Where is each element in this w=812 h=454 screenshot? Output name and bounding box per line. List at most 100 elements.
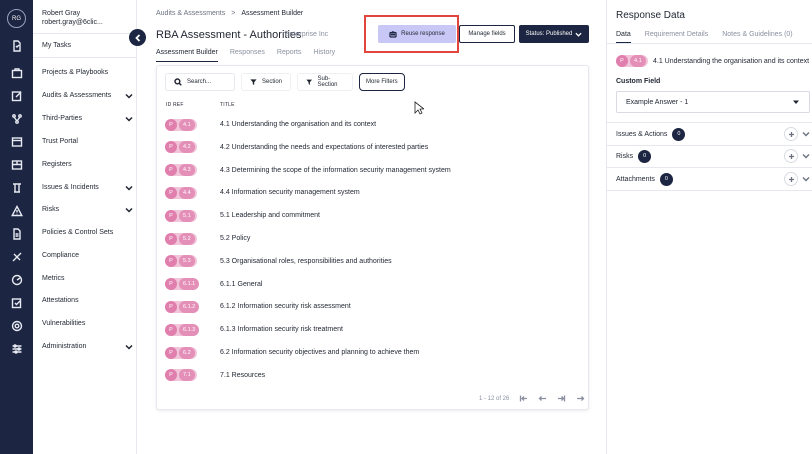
- reuse-response-button[interactable]: Reuse response: [378, 25, 456, 43]
- add-icon[interactable]: [784, 172, 798, 186]
- tab-history[interactable]: History: [313, 49, 335, 62]
- requirement-title[interactable]: 5.1 Leadership and commitment: [220, 212, 320, 219]
- collapse-sidebar-button[interactable]: [129, 29, 146, 46]
- nav-item-vulnerabilities[interactable]: Vulnerabilities: [42, 316, 132, 330]
- metrics-icon[interactable]: [10, 273, 23, 286]
- table-row[interactable]: P 7.1 7.1 Resources: [165, 368, 585, 383]
- requirement-title[interactable]: 6.1.3 Information security risk treatmen…: [220, 326, 343, 333]
- nav-item-projects[interactable]: Projects & Playbooks: [42, 65, 132, 79]
- section-filter[interactable]: Section: [241, 73, 291, 91]
- table-row[interactable]: P 4.3 4.3 Determining the scope of the inf…: [165, 163, 585, 178]
- table-row[interactable]: P 4.1 4.1 Understanding the organisation a…: [165, 117, 585, 132]
- avatar[interactable]: RG: [7, 9, 26, 28]
- tab-reports[interactable]: Reports: [277, 49, 302, 62]
- tab-assessment-builder[interactable]: Assessment Builder: [156, 49, 218, 62]
- requirement-id-pill[interactable]: P 6.2: [165, 346, 197, 359]
- nav-item-audits[interactable]: Audits & Assessments: [42, 88, 133, 102]
- nav-item-risks[interactable]: Risks: [42, 202, 133, 216]
- requirement-title[interactable]: 5.2 Policy: [220, 235, 250, 242]
- requirement-title[interactable]: 7.1 Resources: [220, 372, 265, 379]
- requirement-id-pill[interactable]: P 5.3: [165, 255, 197, 268]
- requirement-id-pill[interactable]: P 4.4: [165, 186, 197, 199]
- nav-item-registers[interactable]: Registers: [42, 157, 132, 171]
- requirement-title[interactable]: 4.3 Determining the scope of the informa…: [220, 167, 451, 174]
- requirement-title[interactable]: 6.1.2 Information security risk assessme…: [220, 303, 351, 310]
- custom-field-select[interactable]: Example Answer - 1: [616, 91, 810, 113]
- attachments-section[interactable]: Attachments 0: [616, 172, 812, 186]
- nav-item-attestations[interactable]: Attestations: [42, 293, 132, 307]
- requirement-id-pill[interactable]: P 5.2: [165, 232, 197, 245]
- requirement-id-pill[interactable]: P 7.1: [165, 369, 197, 382]
- requirement-id-pill[interactable]: P 6.1.2: [165, 300, 200, 313]
- nav-item-compliance[interactable]: Compliance: [42, 248, 132, 262]
- edit-icon[interactable]: [10, 89, 23, 102]
- nav-item-issues[interactable]: Issues & Incidents: [42, 180, 133, 194]
- policy-icon[interactable]: [10, 227, 23, 240]
- nav-item-administration[interactable]: Administration: [42, 339, 133, 353]
- nav-item-policies[interactable]: Policies & Control Sets: [42, 225, 132, 239]
- vulnerability-icon[interactable]: [10, 319, 23, 332]
- chevron-down-icon[interactable]: [125, 115, 133, 122]
- requirement-id-pill[interactable]: P 6.1.3: [165, 323, 200, 336]
- tab-responses[interactable]: Responses: [230, 49, 265, 62]
- table-row[interactable]: P 6.1.3 6.1.3 Information security risk tr…: [165, 322, 585, 337]
- search-input[interactable]: Search...: [165, 73, 235, 91]
- nav-item-third-parties[interactable]: Third-Parties: [42, 111, 133, 125]
- nav-item-trust-portal[interactable]: Trust Portal: [42, 134, 132, 148]
- manage-fields-button[interactable]: Manage fields: [459, 25, 515, 43]
- requirement-id-pill[interactable]: P 6.1.1: [165, 278, 200, 291]
- add-icon[interactable]: [784, 127, 798, 141]
- requirement-title[interactable]: 6.1.1 General: [220, 281, 262, 288]
- add-icon[interactable]: [784, 149, 798, 163]
- sub-section-filter[interactable]: Sub-Section: [297, 73, 353, 91]
- status-dropdown[interactable]: Status: Published: [519, 25, 589, 43]
- last-page-icon[interactable]: [576, 394, 585, 403]
- column-header-id[interactable]: ID REF: [166, 102, 184, 108]
- table-row[interactable]: P 5.1 5.1 Leadership and commitment: [165, 208, 585, 223]
- issue-icon[interactable]: [10, 181, 23, 194]
- requirement-title[interactable]: 5.3 Organisational roles, responsibiliti…: [220, 258, 392, 265]
- table-row[interactable]: P 5.3 5.3 Organisational roles, responsibi…: [165, 254, 585, 269]
- chevron-down-icon[interactable]: [125, 343, 133, 350]
- panel-tab-requirement-details[interactable]: Requirement Details: [645, 31, 708, 43]
- nav-item-metrics[interactable]: Metrics: [42, 271, 132, 285]
- prev-page-icon[interactable]: [538, 394, 547, 403]
- column-header-title[interactable]: TITLE: [220, 102, 235, 108]
- requirement-id-pill[interactable]: P 5.1: [165, 209, 197, 222]
- network-icon[interactable]: [10, 112, 23, 125]
- table-row[interactable]: P 4.2 4.2 Understanding the needs and expe…: [165, 140, 585, 155]
- briefcase-icon[interactable]: [10, 66, 23, 79]
- requirement-id-pill[interactable]: P 4.3: [165, 164, 197, 177]
- table-row[interactable]: P 6.1.2 6.1.2 Information security risk as…: [165, 299, 585, 314]
- requirement-id-pill[interactable]: P 4.2: [165, 141, 197, 154]
- table-row[interactable]: P 4.4 4.4 Information security management …: [165, 185, 585, 200]
- issues-actions-section[interactable]: Issues & Actions 0: [616, 127, 812, 141]
- sliders-icon[interactable]: [10, 342, 23, 355]
- register-icon[interactable]: [10, 158, 23, 171]
- panel-tab-notes[interactable]: Notes & Guidelines (0): [722, 31, 792, 43]
- more-filters-button[interactable]: More Filters: [359, 73, 405, 91]
- chevron-down-icon[interactable]: [125, 92, 133, 99]
- next-page-icon[interactable]: [557, 394, 566, 403]
- chevron-down-icon[interactable]: [802, 175, 810, 183]
- panel-tab-data[interactable]: Data: [616, 31, 631, 43]
- requirement-title[interactable]: 6.2 Information security objectives and …: [220, 349, 419, 356]
- task-icon[interactable]: [10, 39, 23, 52]
- requirement-id-pill[interactable]: P 4.1: [165, 118, 197, 131]
- requirement-title[interactable]: 4.2 Understanding the needs and expectat…: [220, 144, 428, 151]
- chevron-down-icon[interactable]: [125, 184, 133, 191]
- warning-icon[interactable]: [10, 204, 23, 217]
- risks-section[interactable]: Risks 0: [616, 149, 812, 163]
- requirement-title[interactable]: 4.1 Understanding the organisation and i…: [220, 121, 376, 128]
- chevron-down-icon[interactable]: [802, 152, 810, 160]
- portal-icon[interactable]: [10, 135, 23, 148]
- first-page-icon[interactable]: [519, 394, 528, 403]
- chevron-down-icon[interactable]: [802, 130, 810, 138]
- breadcrumb-parent[interactable]: Audits & Assessments: [156, 10, 225, 17]
- nav-item-my-tasks[interactable]: My Tasks: [42, 38, 132, 52]
- table-row[interactable]: P 5.2 5.2 Policy: [165, 231, 585, 246]
- chevron-down-icon[interactable]: [125, 206, 133, 213]
- table-row[interactable]: P 6.2 6.2 Information security objectives …: [165, 345, 585, 360]
- table-row[interactable]: P 6.1.1 6.1.1 General: [165, 277, 585, 292]
- requirement-title[interactable]: 4.4 Information security management syst…: [220, 189, 360, 196]
